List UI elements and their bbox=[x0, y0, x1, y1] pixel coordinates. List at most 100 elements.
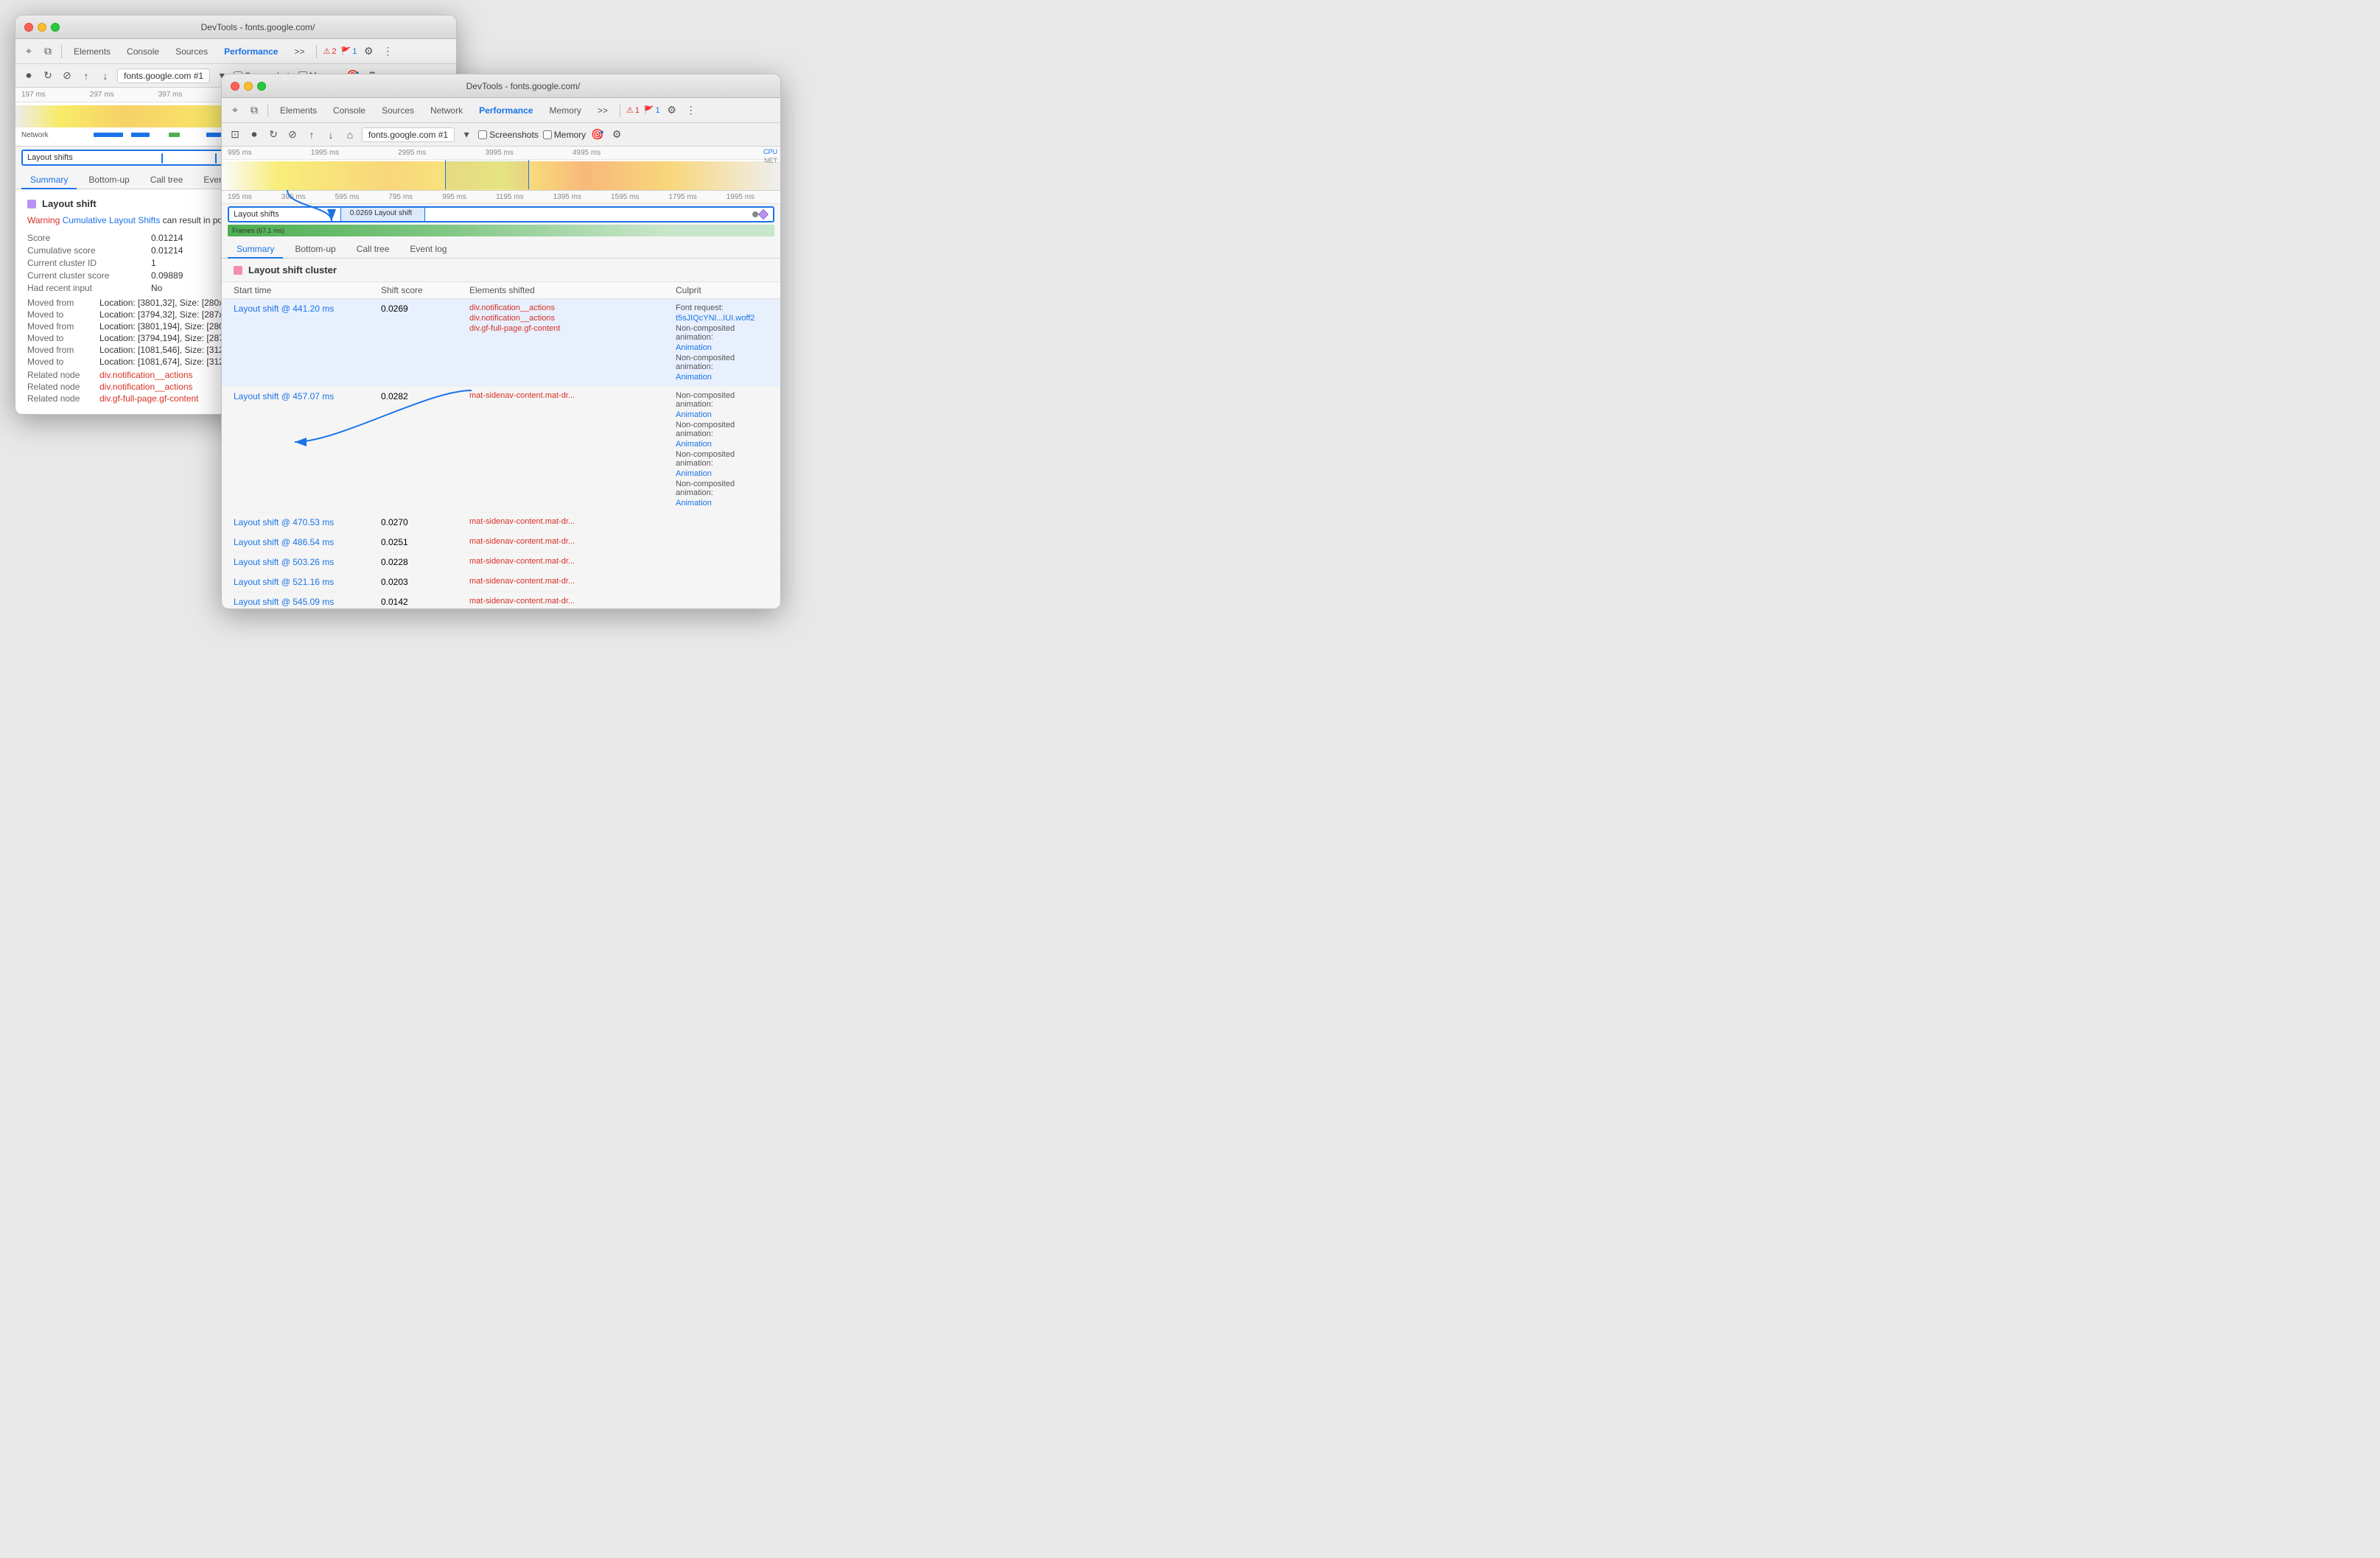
settings-icon-2b[interactable]: ⚙ bbox=[609, 127, 624, 142]
ls-link-0[interactable]: Layout shift @ 441.20 ms bbox=[234, 303, 381, 314]
home-icon-2[interactable]: ⌂ bbox=[343, 127, 357, 142]
warning-label-1: Warning bbox=[27, 215, 60, 225]
ls-link-3[interactable]: Layout shift @ 486.54 ms bbox=[234, 537, 381, 547]
tab-eventlog-2[interactable]: Event log bbox=[401, 241, 455, 259]
tab-sources-1[interactable]: Sources bbox=[169, 45, 214, 58]
warning-icon-2: ⚠ bbox=[626, 105, 634, 115]
culprit-extra-link-1-0[interactable]: Animation bbox=[676, 440, 769, 449]
device-icon-2[interactable]: ⧉ bbox=[247, 103, 262, 118]
tab-elements-1[interactable]: Elements bbox=[68, 45, 116, 58]
more-icon-2[interactable]: ⋮ bbox=[684, 103, 699, 118]
layout-shifts-row-2[interactable]: Layout shifts 0.0269 Layout shift bbox=[228, 206, 774, 222]
reload-icon[interactable]: ↻ bbox=[41, 69, 55, 83]
frames-label: Frames (67.1 ms) bbox=[232, 227, 284, 234]
clear-icon[interactable]: ⊘ bbox=[60, 69, 74, 83]
traffic-lights-2 bbox=[231, 82, 266, 91]
tab-more-1[interactable]: >> bbox=[288, 45, 310, 58]
tab-console-1[interactable]: Console bbox=[121, 45, 165, 58]
tab-sources-2[interactable]: Sources bbox=[376, 104, 420, 117]
table-row-0[interactable]: Layout shift @ 441.20 ms 0.0269 div.noti… bbox=[222, 299, 780, 387]
ls-label-1: Layout shifts bbox=[23, 153, 89, 162]
ls-link-6[interactable]: Layout shift @ 545.09 ms bbox=[234, 597, 381, 607]
tab-summary-1[interactable]: Summary bbox=[21, 172, 77, 189]
reload-icon-2[interactable]: ↻ bbox=[266, 127, 281, 142]
clear-icon-2[interactable]: ⊘ bbox=[285, 127, 300, 142]
table-row-2[interactable]: Layout shift @ 470.53 ms 0.0270 mat-side… bbox=[222, 513, 780, 533]
top-mark-2: 1995 ms bbox=[311, 149, 339, 157]
export-icon-2[interactable]: ↑ bbox=[304, 127, 319, 142]
capture-icon-2[interactable]: 🎯 bbox=[590, 127, 605, 142]
record-icon[interactable]: ⏺ bbox=[21, 69, 36, 83]
warning-link-1[interactable]: Cumulative Layout Shifts bbox=[63, 215, 161, 225]
export-icon[interactable]: ↑ bbox=[79, 69, 94, 83]
import-icon[interactable]: ↓ bbox=[98, 69, 113, 83]
warning-icon-1: ⚠ bbox=[323, 46, 330, 56]
ls-link-4[interactable]: Layout shift @ 503.26 ms bbox=[234, 557, 381, 567]
sep-2 bbox=[316, 45, 317, 58]
settings-icon-2[interactable]: ⚙ bbox=[665, 103, 679, 118]
minimize-button-1[interactable] bbox=[38, 23, 46, 32]
tab-bottomup-2[interactable]: Bottom-up bbox=[286, 241, 344, 259]
related-link-1[interactable]: div.notification__actions bbox=[99, 370, 193, 380]
culprit-extra-link-0-0[interactable]: Animation bbox=[676, 343, 769, 352]
col-start-time: Start time bbox=[234, 285, 381, 295]
selected-region bbox=[445, 160, 529, 189]
ls-tooltip: 0.0269 Layout shift bbox=[350, 209, 413, 217]
culprit-link-1[interactable]: Animation bbox=[676, 410, 769, 419]
minimize-button-2[interactable] bbox=[244, 82, 253, 91]
col-elements: Elements shifted bbox=[469, 285, 676, 295]
maximize-button-1[interactable] bbox=[51, 23, 60, 32]
dropdown-icon-2[interactable]: ▾ bbox=[459, 127, 474, 142]
related-link-3[interactable]: div.gf-full-page.gf-content bbox=[99, 393, 199, 404]
close-button-1[interactable] bbox=[24, 23, 33, 32]
ls-link-1[interactable]: Layout shift @ 457.07 ms bbox=[234, 391, 381, 401]
tab-summary-2[interactable]: Summary bbox=[228, 241, 283, 259]
score-6: 0.0142 bbox=[381, 597, 469, 607]
inspect-icon-2[interactable]: ⊡ bbox=[228, 127, 242, 142]
more-icon-1[interactable]: ⋮ bbox=[380, 44, 395, 59]
tab-elements-2[interactable]: Elements bbox=[274, 104, 323, 117]
memory-checkbox-2[interactable]: Memory bbox=[543, 130, 586, 140]
ls-link-5[interactable]: Layout shift @ 521.16 ms bbox=[234, 577, 381, 587]
tab-console-2[interactable]: Console bbox=[327, 104, 371, 117]
cursor-icon[interactable]: ⌖ bbox=[21, 44, 36, 59]
score-5: 0.0203 bbox=[381, 577, 469, 587]
titlebar-1: DevTools - fonts.google.com/ bbox=[15, 15, 456, 39]
timeline-overview-2[interactable]: 995 ms 1995 ms 2995 ms 3995 ms 4995 ms C… bbox=[222, 147, 780, 191]
tab-performance-2[interactable]: Performance bbox=[473, 104, 539, 117]
flag-icon-2: 🚩 bbox=[644, 105, 654, 115]
tab-memory-2[interactable]: Memory bbox=[543, 104, 587, 117]
table-row-6[interactable]: Layout shift @ 545.09 ms 0.0142 mat-side… bbox=[222, 592, 780, 608]
elements-3: mat-sidenav-content.mat-dr... bbox=[469, 537, 676, 546]
record-icon-2[interactable]: ⏺ bbox=[247, 127, 262, 142]
table-row-1[interactable]: Layout shift @ 457.07 ms 0.0282 mat-side… bbox=[222, 387, 780, 513]
culprit-extra-link-1-1[interactable]: Animation bbox=[676, 469, 769, 478]
screenshots-checkbox-2[interactable]: Screenshots bbox=[478, 130, 539, 140]
culprit-0: Font request: t5sJIQcYNl...IUI.woff2 Non… bbox=[676, 303, 769, 382]
table-row-5[interactable]: Layout shift @ 521.16 ms 0.0203 mat-side… bbox=[222, 572, 780, 592]
culprit-1: Non-composited animation: Animation Non-… bbox=[676, 391, 769, 508]
culprit-extra-link-0-1[interactable]: Animation bbox=[676, 373, 769, 382]
related-link-2[interactable]: div.notification__actions bbox=[99, 382, 193, 392]
cursor-icon-2[interactable]: ⌖ bbox=[228, 103, 242, 118]
ls-link-2[interactable]: Layout shift @ 470.53 ms bbox=[234, 517, 381, 527]
tab-calltree-2[interactable]: Call tree bbox=[348, 241, 399, 259]
close-button-2[interactable] bbox=[231, 82, 239, 91]
tab-performance-1[interactable]: Performance bbox=[218, 45, 284, 58]
device-icon[interactable]: ⧉ bbox=[41, 44, 55, 59]
maximize-button-2[interactable] bbox=[257, 82, 266, 91]
tab-bottomup-1[interactable]: Bottom-up bbox=[80, 172, 138, 189]
culprit-extra-link-1-2[interactable]: Animation bbox=[676, 499, 769, 508]
culprit-link-0[interactable]: t5sJIQcYNl...IUI.woff2 bbox=[676, 314, 769, 323]
table-row-3[interactable]: Layout shift @ 486.54 ms 0.0251 mat-side… bbox=[222, 533, 780, 552]
settings-icon-1[interactable]: ⚙ bbox=[361, 44, 376, 59]
import-icon-2[interactable]: ↓ bbox=[323, 127, 338, 142]
tab-calltree-1[interactable]: Call tree bbox=[141, 172, 192, 189]
error-badge-1: 🚩 1 bbox=[340, 46, 357, 56]
elements-0: div.notification__actions div.notificati… bbox=[469, 303, 676, 333]
window-title-2: DevTools - fonts.google.com/ bbox=[275, 81, 771, 91]
tab-network-2[interactable]: Network bbox=[424, 104, 469, 117]
tab-more-2[interactable]: >> bbox=[592, 104, 614, 117]
window-title-1: DevTools - fonts.google.com/ bbox=[69, 22, 447, 32]
table-row-4[interactable]: Layout shift @ 503.26 ms 0.0228 mat-side… bbox=[222, 552, 780, 572]
